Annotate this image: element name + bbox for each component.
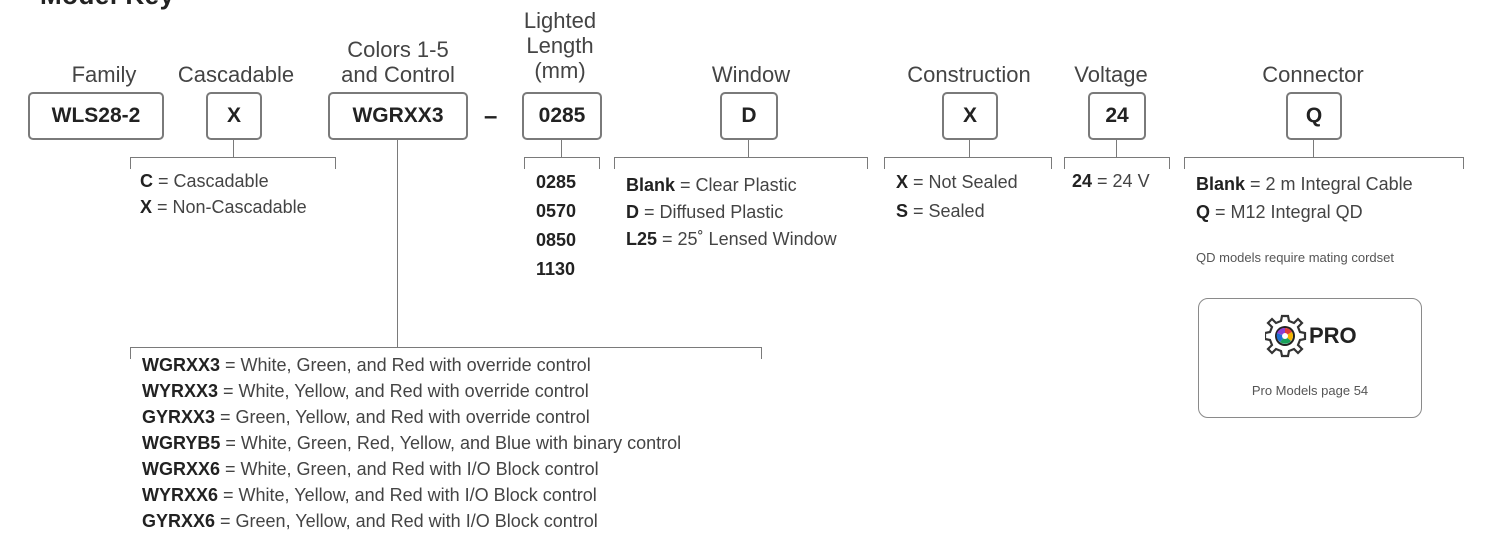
connector-note: QD models require mating cordset xyxy=(1196,250,1394,265)
option-row: S = Sealed xyxy=(896,201,985,221)
option-row: GYRXX6 = Green, Yellow, and Red with I/O… xyxy=(142,511,598,531)
pro-logo-icon: PRO xyxy=(1265,314,1357,358)
option-row: Blank = 2 m Integral Cable xyxy=(1196,174,1413,194)
length-option: 0850 xyxy=(536,230,577,250)
cascadable-connector-line xyxy=(233,140,234,158)
header-construction: Construction xyxy=(907,62,1031,87)
option-row: WYRXX3 = White, Yellow, and Red with ove… xyxy=(142,381,589,401)
option-row: Q = M12 Integral QD xyxy=(1196,202,1363,222)
window-options: Blank = Clear Plastic D = Diffused Plast… xyxy=(626,172,837,253)
length-option: 1130 xyxy=(536,259,576,279)
colors-connector-line xyxy=(397,140,398,348)
header-family: Family xyxy=(71,62,137,87)
family-box: WLS28-2 xyxy=(28,92,164,140)
option-row: WGRYB5 = White, Green, Red, Yellow, and … xyxy=(142,433,682,453)
voltage-options: 24 = 24 V xyxy=(1072,168,1150,194)
header-window: Window xyxy=(711,62,791,87)
cascadable-options: C = Cascadable X = Non-Cascadable xyxy=(140,168,307,220)
connector-box: Q xyxy=(1286,92,1342,140)
page-title: Model Key xyxy=(40,0,175,11)
pro-logo-text: PRO xyxy=(1309,323,1357,348)
header-length: Lighted Length (mm) xyxy=(510,8,610,83)
length-box: 0285 xyxy=(522,92,602,140)
option-row: X = Not Sealed xyxy=(896,172,1018,192)
header-connector: Connector xyxy=(1262,62,1364,87)
header-voltage: Voltage xyxy=(1074,62,1148,87)
header-length-line-1: Lighted xyxy=(523,8,597,33)
colors-options: WGRXX3 = White, Green, and Red with over… xyxy=(142,352,681,534)
connector-options: Blank = 2 m Integral Cable Q = M12 Integ… xyxy=(1196,170,1413,226)
option-row: 24 = 24 V xyxy=(1072,171,1150,191)
option-row: X = Non-Cascadable xyxy=(140,197,307,217)
option-row: D = Diffused Plastic xyxy=(626,202,784,222)
construction-options: X = Not Sealed S = Sealed xyxy=(896,168,1018,226)
option-row: WYRXX6 = White, Yellow, and Red with I/O… xyxy=(142,485,597,505)
length-option: 0285 xyxy=(536,172,577,192)
option-row: WGRXX3 = White, Green, and Red with over… xyxy=(142,355,591,375)
voltage-connector-line xyxy=(1116,140,1117,158)
cascadable-box: X xyxy=(206,92,262,140)
connector-bracket xyxy=(1184,157,1464,169)
window-bracket xyxy=(614,157,868,169)
voltage-box: 24 xyxy=(1088,92,1146,140)
pro-models-caption[interactable]: Pro Models page 54 xyxy=(1199,383,1421,398)
header-cascadable: Cascadable xyxy=(177,62,295,87)
connector-connector-line xyxy=(1313,140,1314,158)
header-colors-line-1: Colors 1-5 xyxy=(347,37,449,62)
header-length-line-2: Length xyxy=(526,33,594,58)
header-colors: Colors 1-5 and Control xyxy=(318,37,478,87)
construction-box: X xyxy=(942,92,998,140)
option-row: GYRXX3 = Green, Yellow, and Red with ove… xyxy=(142,407,590,427)
option-row: Blank = Clear Plastic xyxy=(626,175,797,195)
separator-dash: – xyxy=(484,103,498,130)
construction-connector-line xyxy=(969,140,970,158)
length-option: 0570 xyxy=(536,201,577,221)
option-row: C = Cascadable xyxy=(140,171,269,191)
window-box: D xyxy=(720,92,778,140)
length-connector-line xyxy=(561,140,562,158)
header-colors-line-2: and Control xyxy=(341,62,455,87)
option-row: WGRXX6 = White, Green, and Red with I/O … xyxy=(142,459,599,479)
pro-models-card[interactable]: PRO Pro Models page 54 xyxy=(1198,298,1422,418)
colors-box: WGRXX3 xyxy=(328,92,468,140)
header-length-line-3: (mm) xyxy=(534,58,586,83)
length-options: 0285 0570 0850 1130 xyxy=(536,168,576,284)
window-connector-line xyxy=(748,140,749,158)
option-row: L25 = 25˚ Lensed Window xyxy=(626,229,837,249)
